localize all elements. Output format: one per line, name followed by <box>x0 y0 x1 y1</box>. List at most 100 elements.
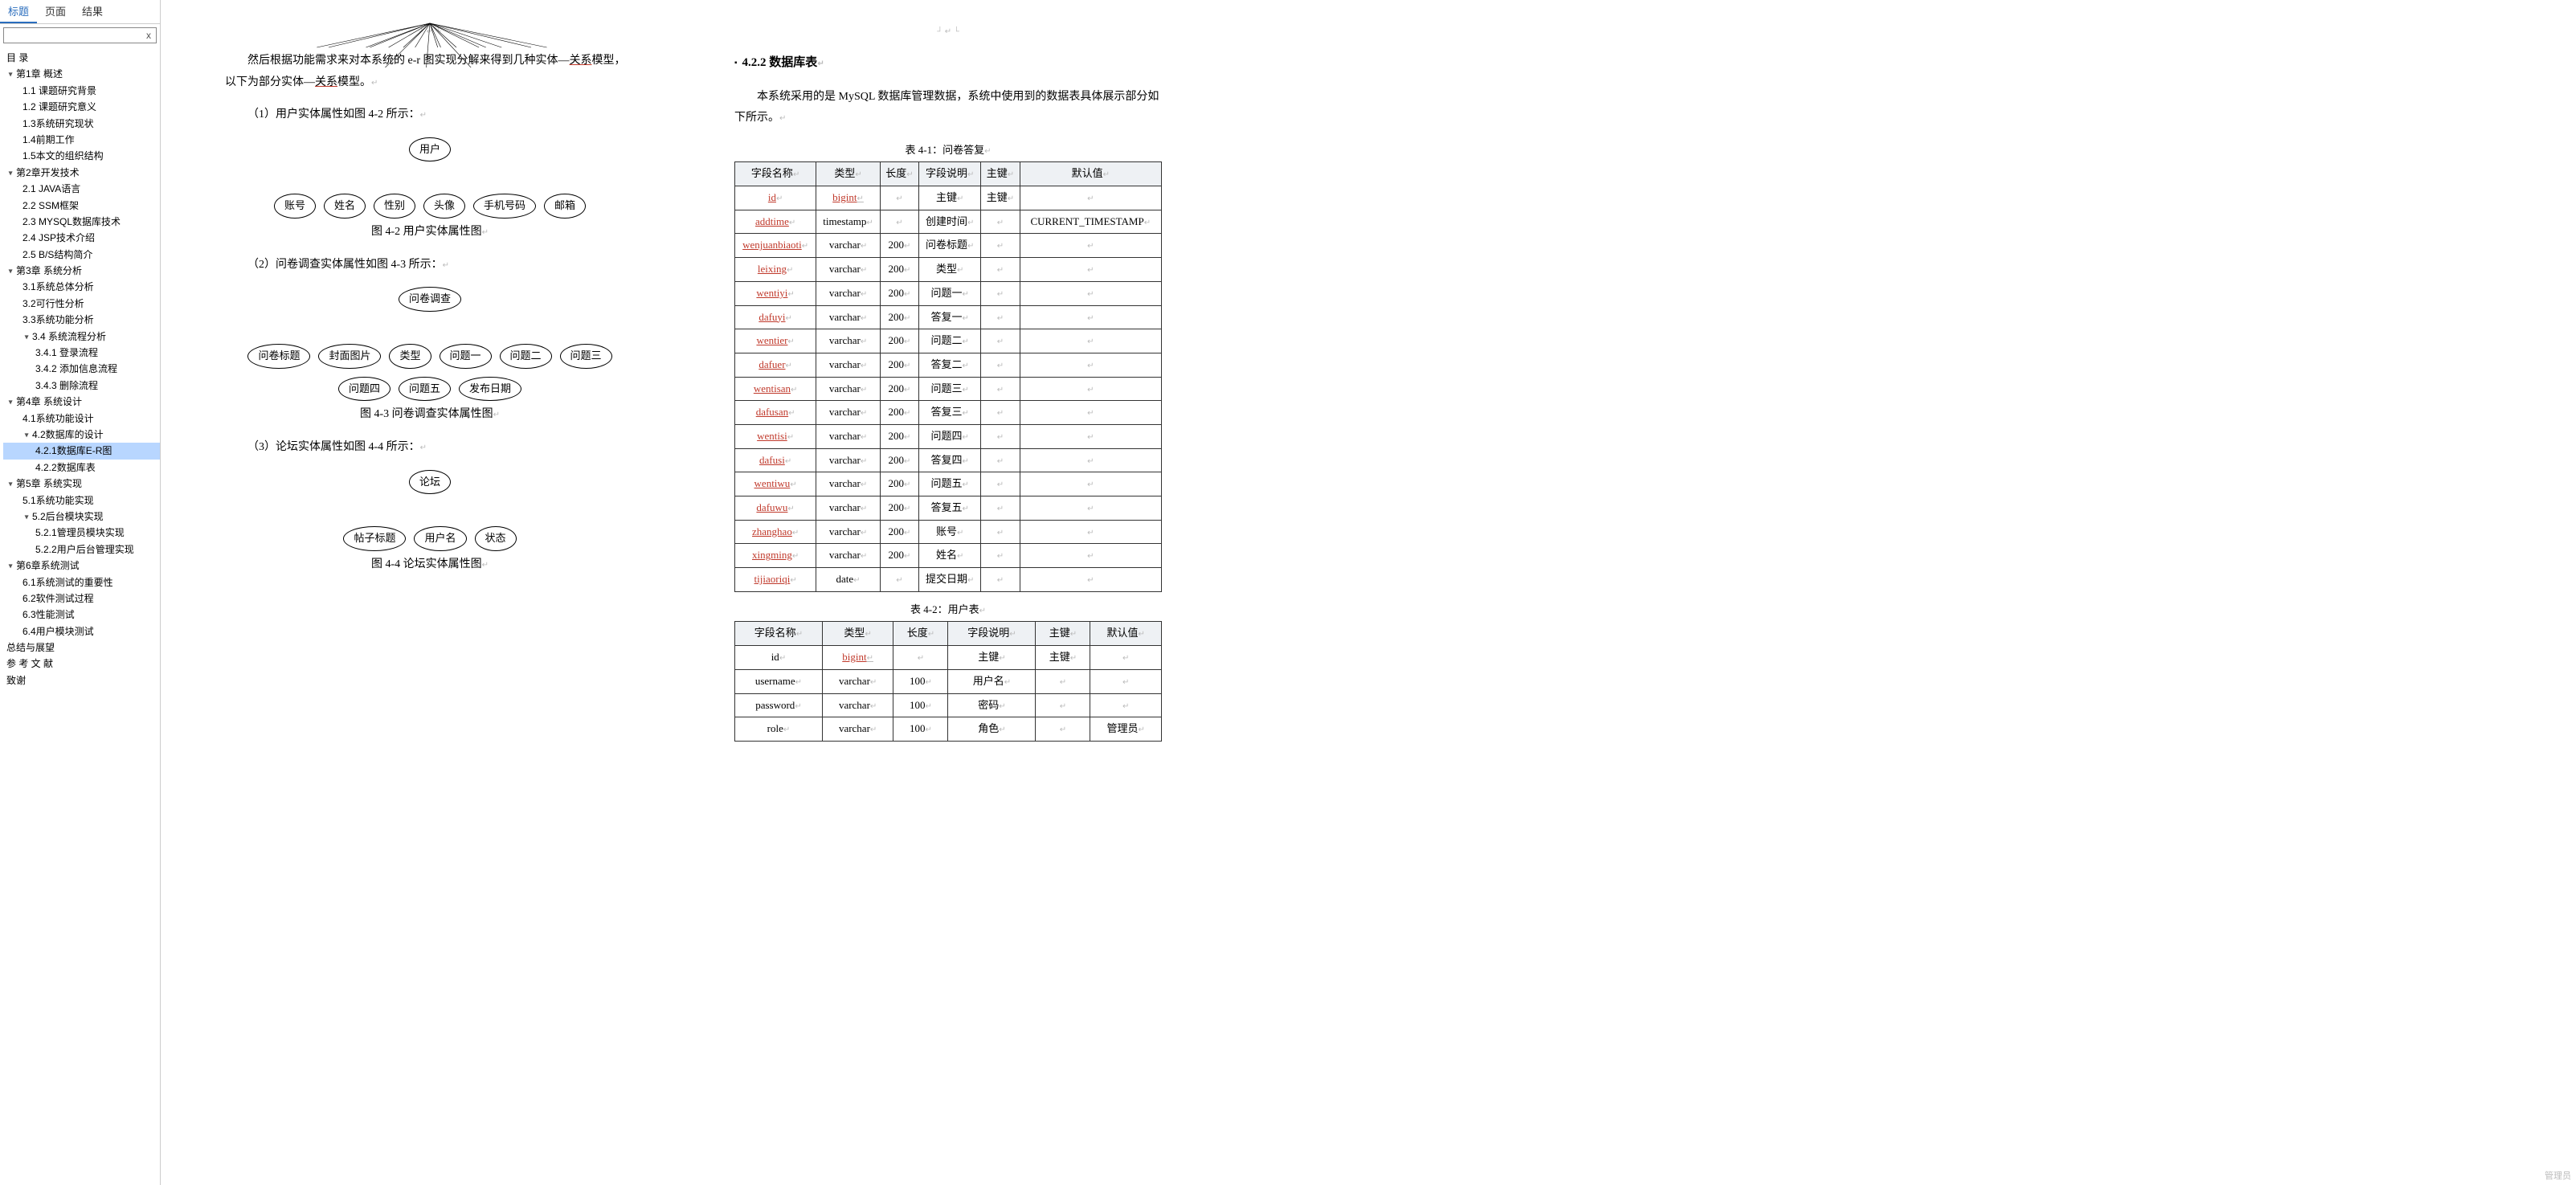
table-cell: 创建时间↵ <box>919 210 981 234</box>
page-2: ┘ ↵ └ ▪4.2.2 数据库表↵ 本系统采用的是 MySQL 数据库管理数据… <box>715 0 1181 1185</box>
table-cell: 200↵ <box>880 520 918 544</box>
toc-item[interactable]: 5.2.1管理员模块实现 <box>3 525 160 541</box>
table-cell: ↵ <box>1020 424 1161 448</box>
table-cell: 提交日期↵ <box>919 568 981 592</box>
nav-tab-1[interactable]: 页面 <box>37 0 74 23</box>
table-cell: dafusi↵ <box>735 448 816 472</box>
nav-tab-0[interactable]: 标题 <box>0 0 37 23</box>
table-header-cell: 主键↵ <box>981 162 1020 186</box>
toc-item[interactable]: 3.4.3 删除流程 <box>3 378 160 394</box>
toc-item[interactable]: 3.3系统功能分析 <box>3 312 160 328</box>
table-row: wentier↵varchar↵200↵问题二↵↵↵ <box>735 329 1162 353</box>
table-cell: 主键↵ <box>948 646 1036 670</box>
table-cell: id↵ <box>735 646 823 670</box>
toc-item[interactable]: 6.2软件测试过程 <box>3 590 160 607</box>
toc-item[interactable]: 总结与展望 <box>3 639 160 656</box>
table-cell: 账号↵ <box>919 520 981 544</box>
outline-tree: 目 录第1章 概述1.1 课题研究背景1.2 课题研究意义1.3系统研究现状1.… <box>0 47 160 1185</box>
toc-item[interactable]: 3.4.1 登录流程 <box>3 345 160 361</box>
table-cell: ↵ <box>981 210 1020 234</box>
table-cell: ↵ <box>893 646 948 670</box>
table-cell: 答复二↵ <box>919 353 981 377</box>
table-cell: 200↵ <box>880 281 918 305</box>
table-cell: 100↵ <box>893 669 948 693</box>
nav-search: x <box>0 24 160 47</box>
toc-item[interactable]: 1.5本文的组织结构 <box>3 148 160 164</box>
toc-item[interactable]: 4.2数据库的设计 <box>3 427 160 443</box>
toc-item[interactable]: 5.2后台模块实现 <box>3 509 160 525</box>
table-cell: zhanghao↵ <box>735 520 816 544</box>
toc-item[interactable]: 6.1系统测试的重要性 <box>3 574 160 590</box>
table-cell: 角色↵ <box>948 717 1036 742</box>
toc-item[interactable]: 第3章 系统分析 <box>3 263 160 279</box>
table-cell: ↵ <box>1020 258 1161 282</box>
table-cell: password↵ <box>735 693 823 717</box>
toc-item[interactable]: 第1章 概述 <box>3 66 160 82</box>
er-diagram-survey: 问卷调查问卷标题封面图片类型问题一问题二问题三问题四问题五发布日期 <box>225 287 635 401</box>
page-1: ┘ ↵ └ 然后根据功能需求来对本系统的 e-r 图实现分解来得到几种实体—关系… <box>177 0 683 1185</box>
table-cell: varchar↵ <box>816 258 881 282</box>
table-header-cell: 主键↵ <box>1036 622 1090 646</box>
table-cell: 200↵ <box>880 424 918 448</box>
table-cell: xingming↵ <box>735 544 816 568</box>
table-row: dafusi↵varchar↵200↵答复四↵↵↵ <box>735 448 1162 472</box>
document-area[interactable]: ┘ ↵ └ 然后根据功能需求来对本系统的 e-r 图实现分解来得到几种实体—关系… <box>161 0 2576 1185</box>
toc-item[interactable]: 3.4.2 添加信息流程 <box>3 361 160 377</box>
toc-item[interactable]: 4.1系统功能设计 <box>3 411 160 427</box>
search-placeholder: x <box>146 30 151 41</box>
toc-item[interactable]: 第2章开发技术 <box>3 165 160 181</box>
table-cell: addtime↵ <box>735 210 816 234</box>
table-cell: 答复三↵ <box>919 401 981 425</box>
toc-item[interactable]: 3.2可行性分析 <box>3 296 160 312</box>
table-cell: 主键↵ <box>919 186 981 210</box>
table-cell: 200↵ <box>880 377 918 401</box>
table-cell: ↵ <box>1020 520 1161 544</box>
toc-item[interactable]: 3.1系统总体分析 <box>3 279 160 295</box>
nav-tab-2[interactable]: 结果 <box>74 0 111 23</box>
toc-item[interactable]: 6.3性能测试 <box>3 607 160 623</box>
table-header-cell: 字段说明↵ <box>948 622 1036 646</box>
toc-item[interactable]: 第5章 系统实现 <box>3 476 160 492</box>
toc-item[interactable]: 第4章 系统设计 <box>3 394 160 410</box>
toc-item[interactable]: 1.4前期工作 <box>3 132 160 148</box>
toc-item[interactable]: 5.1系统功能实现 <box>3 492 160 509</box>
toc-item[interactable]: 参 考 文 献 <box>3 656 160 672</box>
toc-item[interactable]: 5.2.2用户后台管理实现 <box>3 541 160 558</box>
table-cell: ↵ <box>1036 693 1090 717</box>
table-cell: ↵ <box>1020 544 1161 568</box>
table-cell: username↵ <box>735 669 823 693</box>
table-cell: ↵ <box>981 496 1020 521</box>
toc-item[interactable]: 2.1 JAVA语言 <box>3 181 160 197</box>
table-cell: ↵ <box>1020 568 1161 592</box>
table-cell: ↵ <box>981 448 1020 472</box>
toc-item[interactable]: 2.3 MYSQL数据库技术 <box>3 214 160 230</box>
toc-item[interactable]: 2.4 JSP技术介绍 <box>3 230 160 246</box>
toc-item[interactable]: 1.2 课题研究意义 <box>3 99 160 115</box>
toc-item[interactable]: 1.1 课题研究背景 <box>3 83 160 99</box>
para-db-intro: 本系统采用的是 MySQL 数据库管理数据，系统中使用到的数据表具体展示部分如下… <box>734 87 1162 129</box>
toc-item[interactable]: 2.2 SSM框架 <box>3 198 160 214</box>
table-cell: ↵ <box>1020 186 1161 210</box>
toc-item[interactable]: 2.5 B/S结构简介 <box>3 247 160 263</box>
table-header-cell: 长度↵ <box>893 622 948 646</box>
list-item-1: （1）用户实体属性如图 4-2 所示：↵ <box>225 104 635 126</box>
table-cell: 类型↵ <box>919 258 981 282</box>
toc-item[interactable]: 4.2.1数据库E-R图 <box>3 443 160 459</box>
toc-item[interactable]: 第6章系统测试 <box>3 558 160 574</box>
table-cell: varchar↵ <box>816 544 881 568</box>
table-cell: ↵ <box>981 377 1020 401</box>
table-cell: 200↵ <box>880 353 918 377</box>
table-row: wenjuanbiaoti↵varchar↵200↵问卷标题↵↵↵ <box>735 234 1162 258</box>
search-input[interactable]: x <box>3 27 157 43</box>
table-cell: ↵ <box>880 568 918 592</box>
toc-item[interactable]: 4.2.2数据库表 <box>3 460 160 476</box>
table-cell: ↵ <box>1090 669 1162 693</box>
watermark: 管理员 <box>2545 1169 2571 1182</box>
toc-item[interactable]: 1.3系统研究现状 <box>3 116 160 132</box>
table-cell: 主键↵ <box>1036 646 1090 670</box>
toc-item[interactable]: 6.4用户模块测试 <box>3 623 160 639</box>
toc-item[interactable]: 目 录 <box>3 50 160 66</box>
toc-item[interactable]: 致谢 <box>3 672 160 689</box>
toc-item[interactable]: 3.4 系统流程分析 <box>3 329 160 345</box>
table-cell: varchar↵ <box>816 234 881 258</box>
